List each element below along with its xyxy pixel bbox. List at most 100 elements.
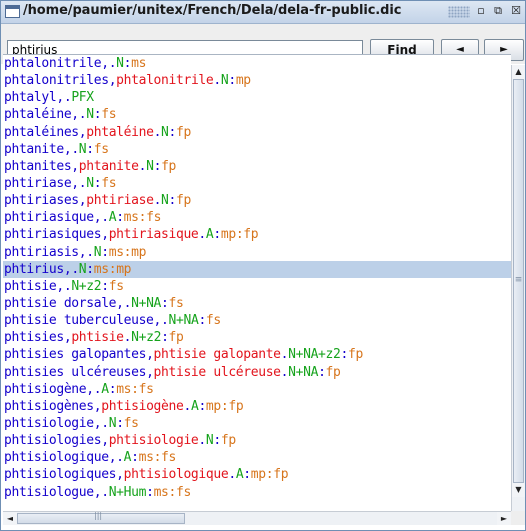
dictionary-entry-list[interactable]: phtalonitrile,.N:ms phtalonitriles,phtalo… bbox=[3, 54, 511, 500]
entry-separator: . bbox=[198, 433, 206, 449]
dictionary-entry[interactable]: phtanite,.N:fs bbox=[3, 141, 511, 158]
entry-separator: , bbox=[71, 175, 79, 191]
entry-lemma: phtisiologique bbox=[123, 467, 229, 483]
dictionary-entry[interactable]: phtaléines,phtaléine.N:fp bbox=[3, 124, 511, 141]
entry-inflected-form: phtisie tuberculeuse bbox=[4, 313, 154, 329]
entry-inflected-form: phtanite bbox=[4, 141, 64, 157]
entry-separator: : bbox=[86, 141, 94, 157]
dictionary-entry[interactable]: phtisiologie,.N:fs bbox=[3, 415, 511, 432]
close-icon[interactable]: ☒ bbox=[509, 4, 523, 18]
entry-separator: . bbox=[161, 313, 169, 329]
entry-separator: . bbox=[183, 398, 191, 414]
horizontal-scroll-thumb[interactable] bbox=[17, 511, 185, 524]
scroll-left-icon[interactable]: ◄ bbox=[3, 512, 17, 525]
entry-inflection-codes: ms:fs bbox=[153, 484, 192, 500]
entry-separator: : bbox=[161, 295, 169, 311]
entry-separator: , bbox=[71, 158, 79, 174]
title-grip bbox=[448, 6, 470, 18]
entry-separator: . bbox=[116, 450, 124, 466]
dictionary-entry[interactable]: phtisies,phtisie.N+z2:fp bbox=[3, 329, 511, 346]
entry-separator: : bbox=[340, 347, 348, 363]
entry-inflected-form: phtisiologique bbox=[4, 450, 109, 466]
dictionary-entry[interactable]: phtanites,phtanite.N:fp bbox=[3, 158, 511, 175]
entry-category: N+NA bbox=[288, 364, 319, 380]
entry-inflection-codes: fp bbox=[161, 158, 177, 174]
scroll-up-icon[interactable]: ▲ bbox=[512, 65, 525, 79]
entry-category: N+z2 bbox=[71, 278, 102, 294]
dictionary-entry[interactable]: phtisiogènes,phtisiogène.A:mp:fp bbox=[3, 398, 511, 415]
entry-separator: , bbox=[101, 227, 109, 243]
dictionary-entry[interactable]: phtiriasis,.N:ms:mp bbox=[3, 244, 511, 261]
dictionary-entry[interactable]: phtisie,.N+z2:fs bbox=[3, 278, 511, 295]
entry-separator: : bbox=[116, 415, 124, 431]
dictionary-entry[interactable]: phtalonitrile,.N:ms bbox=[3, 55, 511, 72]
entry-separator: : bbox=[243, 467, 251, 483]
entry-separator: . bbox=[101, 484, 109, 500]
entry-separator: , bbox=[101, 433, 109, 449]
vertical-scrollbar[interactable]: ▲ ▼ bbox=[511, 65, 525, 511]
entry-separator: . bbox=[198, 227, 206, 243]
entry-separator: : bbox=[168, 124, 177, 140]
entry-lemma: phtalonitrile bbox=[116, 73, 214, 89]
dictionary-entry[interactable]: phtiriasiques,phtiriasique.A:mp:fp bbox=[3, 226, 511, 243]
dictionary-entry[interactable]: phtalonitriles,phtalonitrile.N:mp bbox=[3, 72, 511, 89]
entry-separator: . bbox=[101, 210, 109, 226]
entry-category: N bbox=[146, 158, 154, 174]
window-title: /home/paumier/unitex/French/Dela/dela-fr… bbox=[23, 3, 402, 18]
scroll-down-icon[interactable]: ▼ bbox=[512, 483, 525, 497]
entry-lemma: phtanite bbox=[78, 158, 139, 174]
entry-category: N+NA bbox=[168, 313, 199, 329]
entry-inflected-form: phtisiogènes bbox=[4, 398, 94, 414]
entry-inflection-codes: fs bbox=[108, 278, 124, 294]
dictionary-entry[interactable]: phtirius,.N:ms:mp bbox=[3, 260, 511, 278]
entry-separator: , bbox=[71, 107, 79, 123]
entry-inflected-form: phtaléine bbox=[4, 107, 72, 123]
horizontal-scrollbar[interactable]: ◄ ► bbox=[3, 511, 511, 525]
dictionary-entry[interactable]: phtisiologique,.A:ms:fs bbox=[3, 449, 511, 466]
dictionary-entry[interactable]: phtisiogène,.A:ms:fs bbox=[3, 381, 511, 398]
entry-lemma: phtisiologie bbox=[108, 433, 199, 449]
entry-inflection-codes: fs bbox=[123, 415, 139, 431]
title-bar[interactable]: /home/paumier/unitex/French/Dela/dela-fr… bbox=[1, 1, 525, 24]
dictionary-entry[interactable]: phtiriase,.N:fs bbox=[3, 175, 511, 192]
minimize-icon[interactable]: ▫ bbox=[474, 4, 488, 18]
dictionary-entry[interactable]: phtisiologue,.N+Hum:ms:fs bbox=[3, 484, 511, 500]
entry-separator: : bbox=[198, 313, 206, 329]
entry-inflected-form: phtalonitrile bbox=[4, 56, 102, 71]
dictionary-entry[interactable]: phtaléine,.N:fs bbox=[3, 106, 511, 123]
dictionary-entry[interactable]: phtisies ulcéreuses,phtisie ulcéreuse.N+… bbox=[3, 364, 511, 381]
dictionary-entry[interactable]: phtalyl,.PFX bbox=[3, 89, 511, 106]
entry-inflected-form: phtisiologie bbox=[4, 415, 94, 431]
entry-separator: . bbox=[228, 467, 236, 483]
dictionary-entry[interactable]: phtisiologiques,phtisiologique.A:mp:fp bbox=[3, 466, 511, 483]
entry-lemma: phtisie bbox=[71, 330, 124, 346]
maximize-icon[interactable]: ⧉ bbox=[491, 4, 505, 18]
dictionary-entry[interactable]: phtisie tuberculeuse,.N+NA:fs bbox=[3, 312, 511, 329]
entry-category: N+NA+z2 bbox=[288, 347, 341, 363]
entry-inflection-codes: fp bbox=[176, 124, 191, 140]
entry-inflection-codes: fp bbox=[168, 330, 184, 346]
entry-separator: , bbox=[56, 278, 64, 294]
entry-separator: , bbox=[101, 56, 109, 71]
entry-inflection-codes: mp:fp bbox=[205, 398, 244, 414]
entry-inflected-form: phtiriases bbox=[4, 193, 79, 209]
dictionary-entry[interactable]: phtisie dorsale,.N+NA:fs bbox=[3, 295, 511, 312]
entry-inflected-form: phtaléines bbox=[4, 124, 79, 140]
entry-inflection-codes: fs bbox=[101, 175, 117, 191]
vertical-scroll-thumb[interactable] bbox=[513, 79, 524, 483]
entry-separator: . bbox=[71, 261, 79, 277]
dictionary-entry[interactable]: phtiriases,phtiriase.N:fp bbox=[3, 192, 511, 209]
dictionary-entry[interactable]: phtisies galopantes,phtisie galopante.N+… bbox=[3, 346, 511, 363]
dictionary-entry[interactable]: phtiriasique,.A:ms:fs bbox=[3, 209, 511, 226]
entry-inflected-form: phtisiogène bbox=[4, 381, 87, 397]
scroll-right-icon[interactable]: ► bbox=[497, 512, 511, 525]
entry-inflected-form: phtirius bbox=[4, 261, 64, 277]
entry-separator: : bbox=[101, 244, 109, 260]
dictionary-entry[interactable]: phtisiologies,phtisiologie.N:fp bbox=[3, 432, 511, 449]
entry-separator: : bbox=[228, 73, 236, 89]
entry-inflection-codes: ms:fs bbox=[123, 210, 162, 226]
entry-separator: : bbox=[168, 193, 177, 209]
entry-inflected-form: phtalonitriles bbox=[4, 73, 109, 89]
entry-separator: . bbox=[153, 124, 162, 140]
entry-category: PFX bbox=[71, 90, 94, 106]
